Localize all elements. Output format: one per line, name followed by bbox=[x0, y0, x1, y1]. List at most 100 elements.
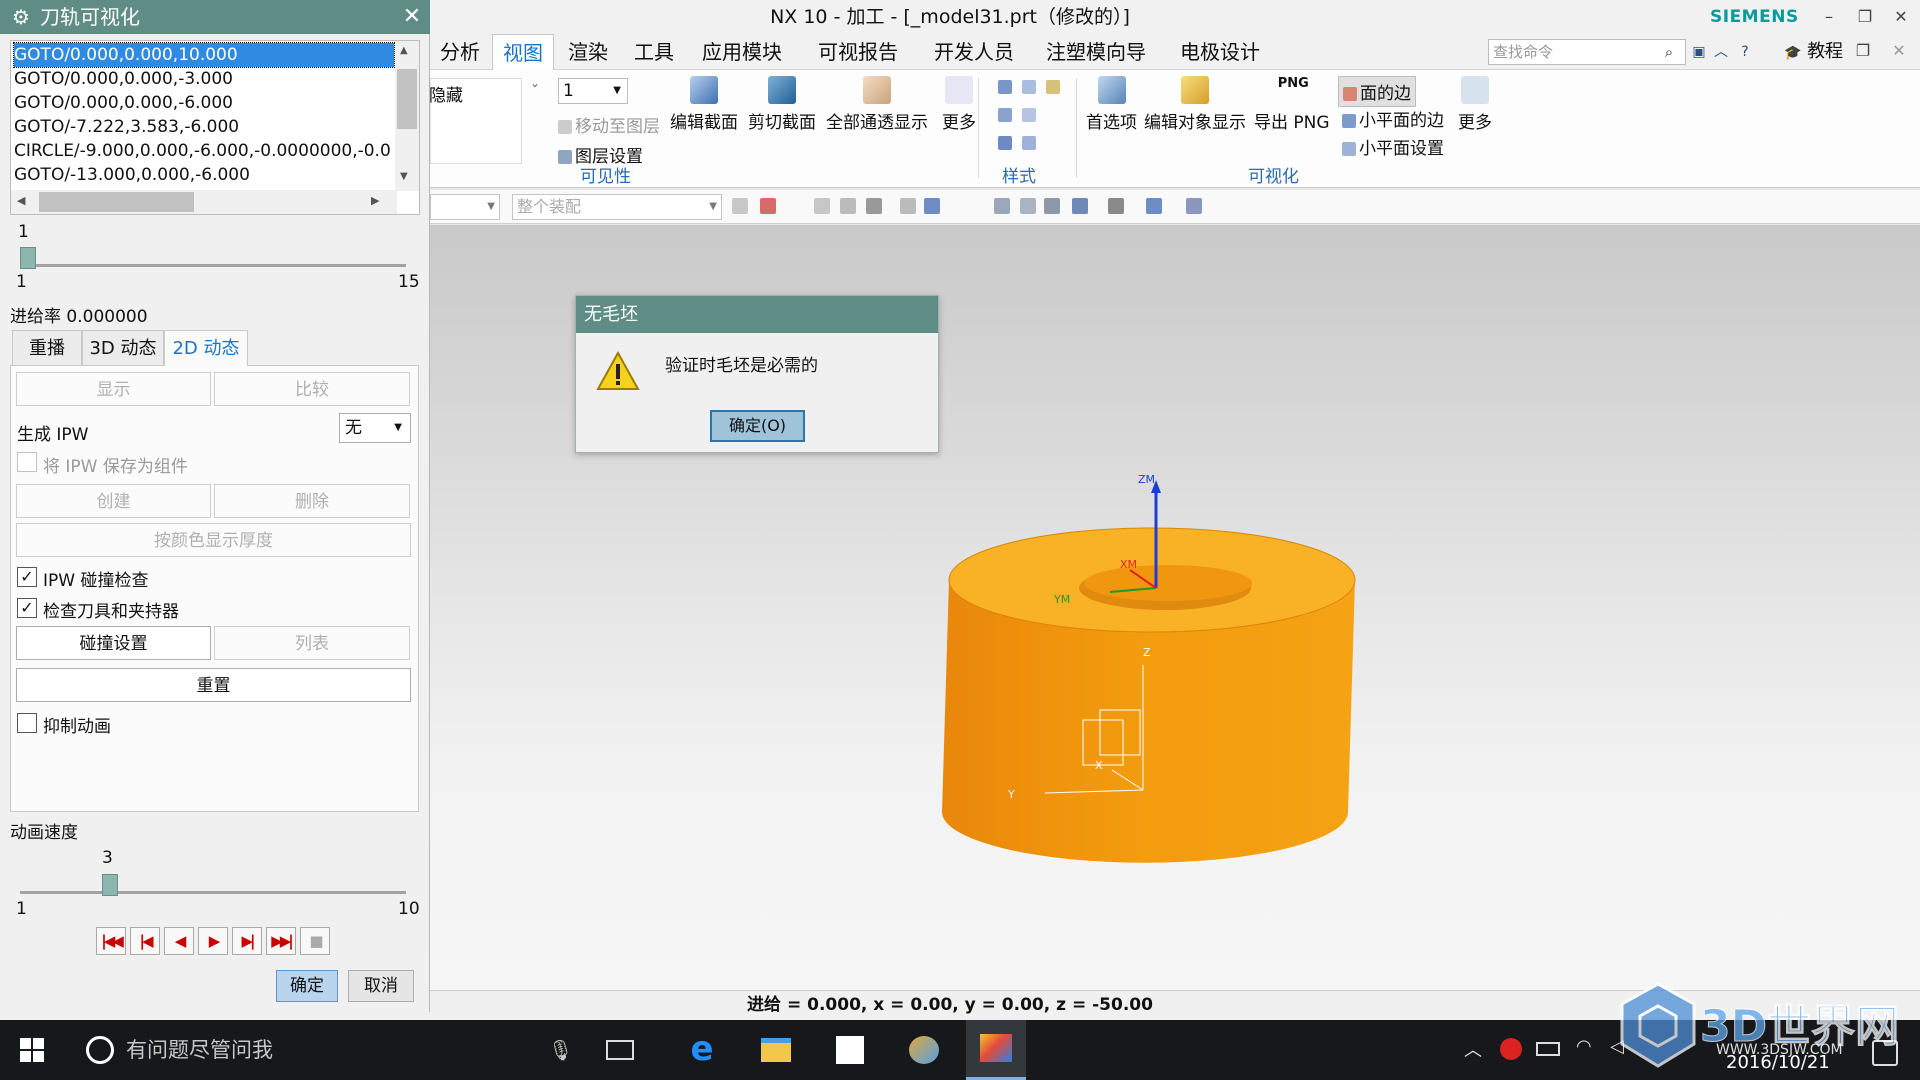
layer-select[interactable]: 1 ▼ bbox=[558, 78, 628, 104]
list-item[interactable]: GOTO/-13.000,0.000,-6.000 bbox=[14, 163, 394, 187]
facet-settings-button[interactable]: 小平面设置 bbox=[1342, 134, 1444, 159]
speed-slider-track[interactable] bbox=[20, 891, 406, 894]
cylinder-part[interactable] bbox=[942, 527, 1356, 863]
list-button[interactable]: 列表 bbox=[214, 626, 410, 660]
tab-2d-dynamic[interactable]: 2D 动态 bbox=[164, 330, 248, 366]
step-back-icon[interactable]: |◀ bbox=[130, 927, 160, 955]
rewind-to-start-icon[interactable]: |◀◀ bbox=[96, 927, 126, 955]
menu-application[interactable]: 应用模块 bbox=[692, 34, 792, 70]
assembly-filter-combo[interactable]: 整个装配 ▼ bbox=[512, 194, 722, 220]
wireframe-icon[interactable] bbox=[1022, 80, 1036, 94]
show-button[interactable]: 显示 bbox=[16, 372, 211, 406]
scroll-right-icon[interactable]: ▶ bbox=[371, 194, 379, 207]
clip-section-button[interactable]: 剪切截面 bbox=[748, 76, 816, 133]
menu-visual-report[interactable]: 可视报告 bbox=[808, 34, 908, 70]
panel-close-button[interactable]: ✕ bbox=[398, 0, 426, 34]
more-visualization-button[interactable]: 更多 bbox=[1458, 76, 1492, 133]
play-backward-icon[interactable]: ◀ bbox=[164, 927, 194, 955]
fast-forward-icon[interactable]: ▶▶| bbox=[266, 927, 296, 955]
shaded-icon[interactable] bbox=[998, 80, 1012, 94]
snap-icon[interactable] bbox=[732, 198, 748, 214]
ribbon-close-button[interactable]: ✕ bbox=[1882, 34, 1916, 68]
reset-button[interactable]: 重置 bbox=[16, 668, 411, 702]
edit-object-display-button[interactable]: 编辑对象显示 bbox=[1144, 76, 1246, 133]
menu-render[interactable]: 渲染 bbox=[558, 34, 618, 70]
static-wireframe-icon[interactable] bbox=[998, 108, 1012, 122]
facet-edges-button[interactable]: 小平面的边 bbox=[1342, 106, 1444, 131]
step-slider-thumb[interactable] bbox=[20, 247, 36, 269]
ribbon-minimize-button[interactable]: – bbox=[1810, 34, 1844, 68]
save-ipw-checkbox[interactable] bbox=[17, 452, 37, 472]
create-button[interactable]: 创建 bbox=[16, 484, 211, 518]
search-icon[interactable]: ⌕ bbox=[1656, 40, 1682, 64]
speed-slider-thumb[interactable] bbox=[102, 874, 119, 896]
close-button[interactable]: ✕ bbox=[1884, 0, 1918, 34]
list-item[interactable]: GOTO/0.000,0.000,10.000 bbox=[13, 42, 395, 68]
gear-icon[interactable]: ⚙ bbox=[8, 0, 34, 34]
rotate-icon[interactable] bbox=[1044, 198, 1060, 214]
cube-icon[interactable] bbox=[924, 198, 940, 214]
ipw-select[interactable]: 无 ▼ bbox=[339, 413, 411, 443]
cancel-button[interactable]: 取消 bbox=[348, 970, 414, 1002]
menu-view[interactable]: 视图 bbox=[492, 34, 554, 70]
ipw-collision-checkbox[interactable]: ✓ bbox=[17, 567, 37, 587]
vertical-scrollbar[interactable]: ▲ ▼ bbox=[395, 41, 419, 191]
step-forward-icon[interactable]: ▶| bbox=[232, 927, 262, 955]
windows-start-icon[interactable] bbox=[20, 1038, 44, 1062]
list-item[interactable]: GOTO/0.000,0.000,-3.000 bbox=[14, 67, 394, 91]
artistic-icon[interactable] bbox=[1046, 80, 1060, 94]
menu-tools[interactable]: 工具 bbox=[624, 34, 684, 70]
store-icon[interactable] bbox=[820, 1020, 880, 1080]
all-transparent-button[interactable]: 全部通透显示 bbox=[826, 76, 928, 133]
select-icon[interactable] bbox=[760, 198, 776, 214]
hidden-edges-icon[interactable] bbox=[1022, 136, 1036, 150]
list-item[interactable]: GOTO/-7.222,3.583,-6.000 bbox=[14, 115, 394, 139]
partially-shaded-icon[interactable] bbox=[998, 136, 1012, 150]
section-view-icon[interactable] bbox=[1186, 198, 1202, 214]
window-icon[interactable]: ▣ bbox=[1688, 40, 1710, 64]
goto-list[interactable]: GOTO/0.000,0.000,10.000 GOTO/0.000,0.000… bbox=[10, 40, 420, 215]
microphone-icon[interactable]: 🎙 bbox=[548, 1020, 573, 1080]
check-tools-checkbox[interactable]: ✓ bbox=[17, 598, 37, 618]
eye-icon[interactable] bbox=[900, 198, 916, 214]
delete-button[interactable]: 删除 bbox=[214, 484, 410, 518]
tab-replay[interactable]: 重播 bbox=[12, 330, 82, 366]
list-item[interactable]: GOTO/0.000,0.000,-6.000 bbox=[14, 91, 394, 115]
scroll-thumb[interactable] bbox=[39, 192, 194, 212]
compare-button[interactable]: 比较 bbox=[214, 372, 410, 406]
point-icon[interactable] bbox=[814, 198, 830, 214]
edge-browser-icon[interactable]: e bbox=[672, 1020, 732, 1080]
scroll-up-icon[interactable]: ▲ bbox=[400, 45, 408, 56]
collision-settings-button[interactable]: 碰撞设置 bbox=[16, 626, 211, 660]
scroll-left-icon[interactable]: ◀ bbox=[17, 194, 25, 207]
zoom-icon[interactable] bbox=[1020, 198, 1036, 214]
collapse-icon[interactable]: ︿ bbox=[1710, 40, 1732, 64]
face-edges-button[interactable]: 面的边 bbox=[1338, 76, 1416, 107]
face-analysis-icon[interactable] bbox=[1022, 108, 1036, 122]
suppress-animation-checkbox[interactable] bbox=[17, 713, 37, 733]
restore-button[interactable]: ❐ bbox=[1848, 0, 1882, 34]
paint-icon[interactable] bbox=[894, 1020, 954, 1080]
rectangle-icon[interactable] bbox=[866, 198, 882, 214]
orient-view-icon[interactable] bbox=[1072, 198, 1088, 214]
export-png-button[interactable]: PNG 导出 PNG bbox=[1254, 76, 1330, 133]
layer-cube-icon[interactable] bbox=[1146, 198, 1162, 214]
ribbon-restore-button[interactable]: ❐ bbox=[1846, 34, 1880, 68]
menu-analysis[interactable]: 分析 bbox=[430, 34, 490, 70]
menu-electrode[interactable]: 电极设计 bbox=[1170, 34, 1270, 70]
horizontal-scrollbar[interactable]: ◀ ▶ bbox=[11, 190, 397, 214]
cortana-search[interactable]: 有问题尽管问我 🎙 bbox=[72, 1020, 573, 1080]
stop-icon[interactable]: ■ bbox=[300, 927, 330, 955]
edit-section-button[interactable]: 编辑截面 bbox=[670, 76, 738, 133]
arc-center-icon[interactable] bbox=[840, 198, 856, 214]
scroll-down-icon[interactable]: ▼ bbox=[400, 171, 408, 182]
hide-list[interactable]: 隐藏 bbox=[429, 78, 522, 164]
list-item[interactable]: CIRCLE/-9.000,0.000,-6.000,-0.0000000,-0… bbox=[14, 139, 394, 163]
antivirus-tray-icon[interactable] bbox=[1500, 1038, 1522, 1060]
nx-app-icon[interactable] bbox=[966, 1020, 1026, 1080]
layer-dropdown-arrow[interactable]: ⌄ bbox=[530, 76, 540, 90]
wifi-icon[interactable]: ◠ bbox=[1576, 1036, 1592, 1057]
dialog-ok-button[interactable]: 确定(O) bbox=[710, 410, 805, 442]
type-filter-combo[interactable]: ▼ bbox=[430, 194, 500, 220]
help-icon[interactable]: ? bbox=[1734, 40, 1756, 64]
